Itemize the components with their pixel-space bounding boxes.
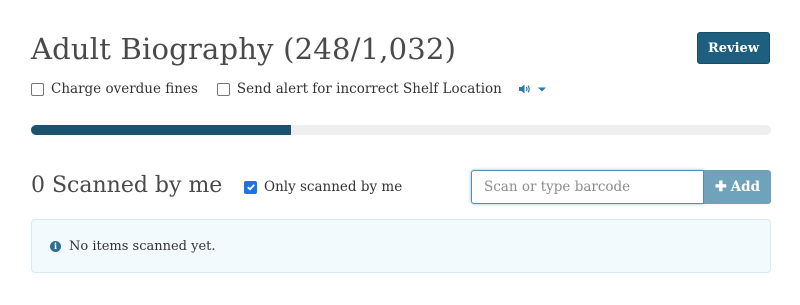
review-button[interactable]: Review xyxy=(697,32,770,64)
scan-progress-fill xyxy=(31,125,292,135)
add-button-label: Add xyxy=(730,179,761,195)
scanned-count-heading: 0 Scanned by me xyxy=(31,173,223,198)
info-icon: i xyxy=(50,240,61,252)
charge-fines-checkbox[interactable] xyxy=(31,82,44,96)
speaker-icon xyxy=(518,84,530,94)
only-mine-option[interactable]: Only scanned by me xyxy=(244,179,402,195)
scan-progress-bar xyxy=(31,125,771,135)
checkmark-icon xyxy=(246,184,255,191)
only-mine-checkbox[interactable] xyxy=(244,180,257,194)
charge-fines-label: Charge overdue fines xyxy=(51,81,198,97)
add-button[interactable]: ✚ Add xyxy=(704,170,771,204)
shelf-alert-label: Send alert for incorrect Shelf Location xyxy=(236,81,502,97)
sound-dropdown[interactable] xyxy=(518,83,548,95)
shelf-alert-checkbox[interactable] xyxy=(216,82,230,96)
empty-scan-alert: i No items scanned yet. xyxy=(31,219,771,273)
only-mine-label: Only scanned by me xyxy=(264,179,403,195)
shelf-alert-option[interactable]: Send alert for incorrect Shelf Location xyxy=(216,81,502,97)
caret-down-icon xyxy=(537,87,546,92)
scan-options: Charge overdue fines Send alert for inco… xyxy=(31,80,548,98)
plus-icon: ✚ xyxy=(714,179,727,195)
barcode-input[interactable] xyxy=(471,170,704,204)
charge-fines-option[interactable]: Charge overdue fines xyxy=(31,81,198,97)
alert-message: No items scanned yet. xyxy=(69,238,216,254)
page-title: Adult Biography (248/1,032) xyxy=(31,32,457,66)
